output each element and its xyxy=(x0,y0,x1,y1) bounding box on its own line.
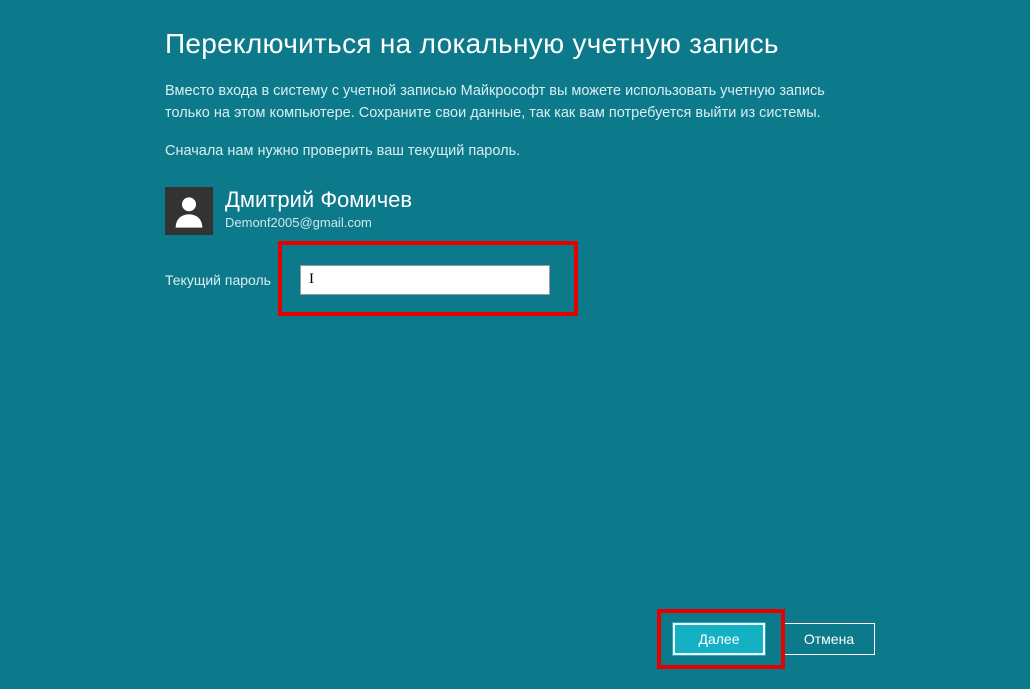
password-row: Текущий пароль I xyxy=(165,265,865,295)
user-row: Дмитрий Фомичев Demonf2005@gmail.com xyxy=(165,187,865,235)
user-email: Demonf2005@gmail.com xyxy=(225,215,412,230)
current-password-input[interactable] xyxy=(300,265,550,295)
footer-buttons: Далее Отмена xyxy=(673,623,875,655)
next-button[interactable]: Далее xyxy=(673,623,765,655)
page-description: Вместо входа в систему с учетной записью… xyxy=(165,80,845,125)
password-label: Текущий пароль xyxy=(165,272,300,288)
page-subdescription: Сначала нам нужно проверить ваш текущий … xyxy=(165,143,865,159)
avatar xyxy=(165,187,213,235)
cancel-button[interactable]: Отмена xyxy=(783,623,875,655)
person-icon xyxy=(169,191,209,231)
user-name: Дмитрий Фомичев xyxy=(225,187,412,213)
page-title: Переключиться на локальную учетную запис… xyxy=(165,28,865,60)
